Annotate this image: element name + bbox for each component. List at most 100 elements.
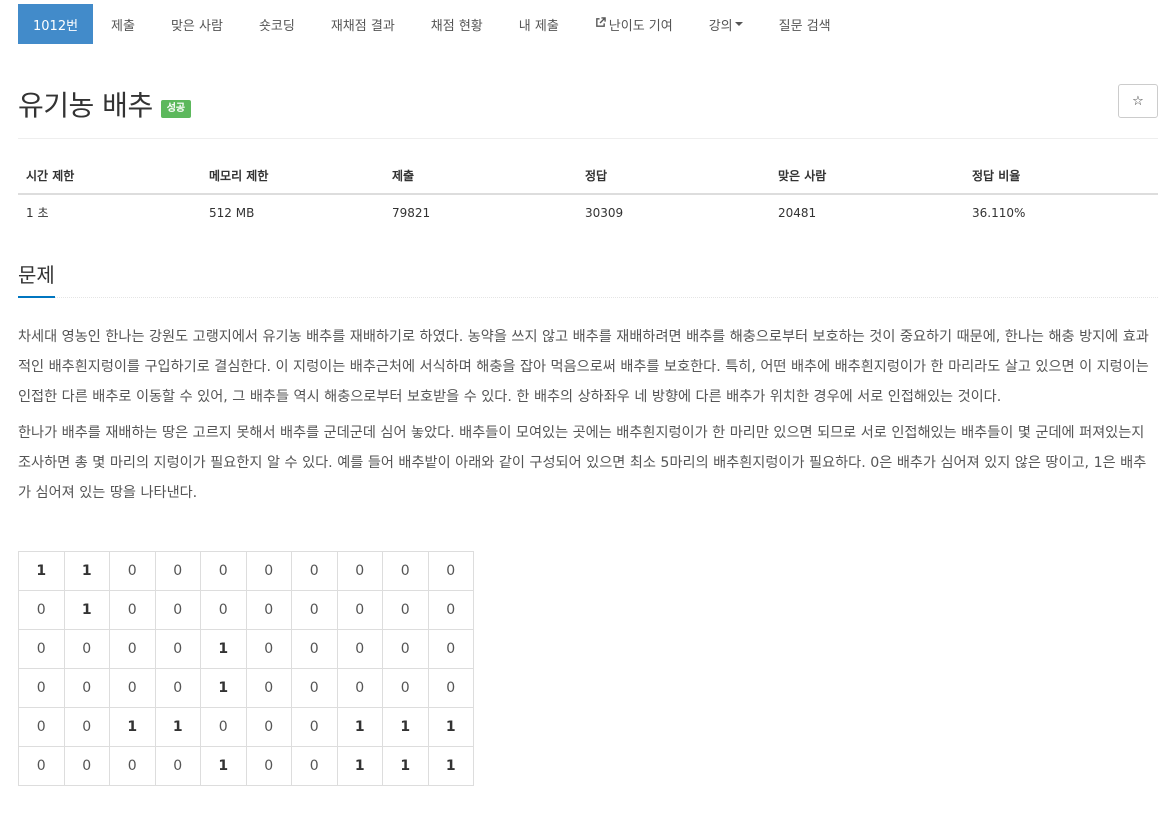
header-time-limit: 시간 제한 — [18, 158, 201, 195]
favorite-star-button[interactable]: ☆ — [1118, 84, 1158, 118]
grid-cell: 0 — [245, 551, 292, 591]
grid-cell: 0 — [245, 590, 292, 630]
value-accept-ratio: 36.110% — [972, 205, 1026, 220]
grid-cell: 0 — [427, 590, 474, 630]
info-header-row: 시간 제한 메모리 제한 제출 정답 맞은 사람 정답 비율 — [18, 158, 1158, 195]
grid-cell: 1 — [63, 590, 110, 630]
grid-cell: 0 — [63, 746, 110, 786]
nav-tab-label: 제출 — [111, 18, 135, 34]
nav-tab-label: 재채점 결과 — [330, 18, 395, 34]
nav-tab-question-search[interactable]: 질문 검색 — [761, 4, 849, 44]
nav-tab-correct-users[interactable]: 맞은 사람 — [153, 4, 241, 44]
value-submissions: 79821 — [392, 205, 431, 220]
grid-cell: 1 — [427, 746, 474, 786]
grid-row: 0000100000 — [18, 629, 474, 669]
nav-tab-label: 1012번 — [33, 18, 79, 34]
grid-cell: 1 — [200, 746, 247, 786]
grid-row: 0000100111 — [18, 746, 474, 786]
grid-cell: 0 — [336, 551, 383, 591]
nav-tab-submit[interactable]: 제출 — [93, 4, 153, 44]
grid-cell: 0 — [154, 590, 201, 630]
grid-cell: 0 — [200, 551, 247, 591]
caret-down-icon — [734, 22, 743, 26]
nav-tab-label: 채점 현황 — [430, 18, 483, 34]
grid-cell: 1 — [200, 668, 247, 708]
description-paragraph: 한나가 배추를 재배하는 땅은 고르지 못해서 배추를 군데군데 심어 놓았다.… — [18, 425, 1147, 501]
grid-cell: 0 — [382, 629, 429, 669]
problem-info-table: 시간 제한 메모리 제한 제출 정답 맞은 사람 정답 비율 1 초 512 M… — [18, 158, 1158, 230]
grid-cell: 1 — [427, 707, 474, 747]
nav-tab-status[interactable]: 채점 현황 — [413, 4, 501, 44]
grid-cell: 0 — [109, 629, 156, 669]
header-solved-users: 맞은 사람 — [770, 158, 964, 195]
nav-tab-label: 숏코딩 — [258, 18, 295, 34]
cabbage-field-grid: 1100000000010000000000001000000000100000… — [18, 551, 474, 786]
grid-cell: 1 — [63, 551, 110, 591]
value-memory-limit: 512 MB — [209, 205, 255, 220]
problem-description: 차세대 영농인 한나는 강원도 고랭지에서 유기농 배추를 재배하기로 하였다.… — [18, 322, 1158, 514]
grid-cell: 1 — [382, 746, 429, 786]
status-badge: 성공 — [160, 100, 192, 118]
grid-cell: 0 — [154, 668, 201, 708]
header-submissions: 제출 — [384, 158, 577, 195]
grid-row: 1100000000 — [18, 551, 474, 591]
grid-cell: 0 — [245, 746, 292, 786]
nav-tab-difficulty-contribution[interactable]: 난이도 기여 — [577, 4, 691, 44]
grid-cell: 0 — [291, 551, 338, 591]
grid-row: 0100000000 — [18, 590, 474, 630]
nav-tab-rejudge-results[interactable]: 재채점 결과 — [313, 4, 413, 44]
grid-cell: 0 — [154, 551, 201, 591]
section-header-problem: 문제 — [18, 262, 1158, 298]
grid-cell: 0 — [291, 590, 338, 630]
title-divider — [18, 138, 1158, 139]
grid-cell: 0 — [427, 629, 474, 669]
grid-cell: 0 — [245, 629, 292, 669]
grid-cell: 0 — [336, 668, 383, 708]
grid-cell: 0 — [109, 668, 156, 708]
nav-tab-label: 맞은 사람 — [170, 18, 223, 34]
grid-cell: 1 — [18, 551, 65, 591]
description-paragraph: 차세대 영농인 한나는 강원도 고랭지에서 유기농 배추를 재배하기로 하였다.… — [18, 329, 1149, 405]
nav-tab-label: 강의 — [708, 18, 733, 34]
grid-cell: 0 — [18, 668, 65, 708]
grid-cell: 0 — [109, 746, 156, 786]
nav-tab-short-coding[interactable]: 숏코딩 — [241, 4, 313, 44]
grid-cell: 1 — [336, 707, 383, 747]
grid-cell: 0 — [291, 629, 338, 669]
grid-cell: 0 — [200, 590, 247, 630]
info-value-row: 1 초 512 MB 79821 30309 20481 36.110% — [18, 194, 1158, 230]
external-link-icon — [595, 16, 606, 32]
problem-nav: 1012번 제출 맞은 사람 숏코딩 재채점 결과 채점 현황 내 제출 난이도… — [18, 4, 849, 44]
grid-cell: 0 — [382, 668, 429, 708]
value-accepted: 30309 — [585, 205, 624, 220]
grid-cell: 1 — [336, 746, 383, 786]
header-accept-ratio: 정답 비율 — [964, 158, 1158, 195]
grid-cell: 0 — [109, 551, 156, 591]
grid-cell: 0 — [336, 629, 383, 669]
grid-cell: 0 — [291, 668, 338, 708]
grid-cell: 0 — [63, 668, 110, 708]
problem-title: 유기농 배추 — [18, 89, 153, 122]
nav-tab-my-submissions[interactable]: 내 제출 — [501, 4, 577, 44]
nav-tab-label: 난이도 기여 — [608, 18, 673, 34]
header-memory-limit: 메모리 제한 — [201, 158, 384, 195]
grid-cell: 0 — [291, 707, 338, 747]
grid-cell: 0 — [18, 746, 65, 786]
nav-tab-problem[interactable]: 1012번 — [18, 4, 94, 44]
grid-cell: 0 — [18, 707, 65, 747]
section-title: 문제 — [18, 262, 55, 298]
grid-cell: 0 — [200, 707, 247, 747]
grid-row: 0011000111 — [18, 707, 474, 747]
grid-cell: 0 — [18, 590, 65, 630]
header-accepted: 정답 — [577, 158, 770, 195]
grid-cell: 0 — [63, 629, 110, 669]
grid-cell: 0 — [336, 590, 383, 630]
star-icon: ☆ — [1132, 93, 1144, 109]
grid-cell: 0 — [109, 590, 156, 630]
grid-cell: 0 — [63, 707, 110, 747]
grid-cell: 0 — [18, 629, 65, 669]
nav-tab-lectures-dropdown[interactable]: 강의 — [691, 4, 761, 44]
grid-cell: 1 — [200, 629, 247, 669]
grid-cell: 0 — [245, 668, 292, 708]
grid-row: 0000100000 — [18, 668, 474, 708]
